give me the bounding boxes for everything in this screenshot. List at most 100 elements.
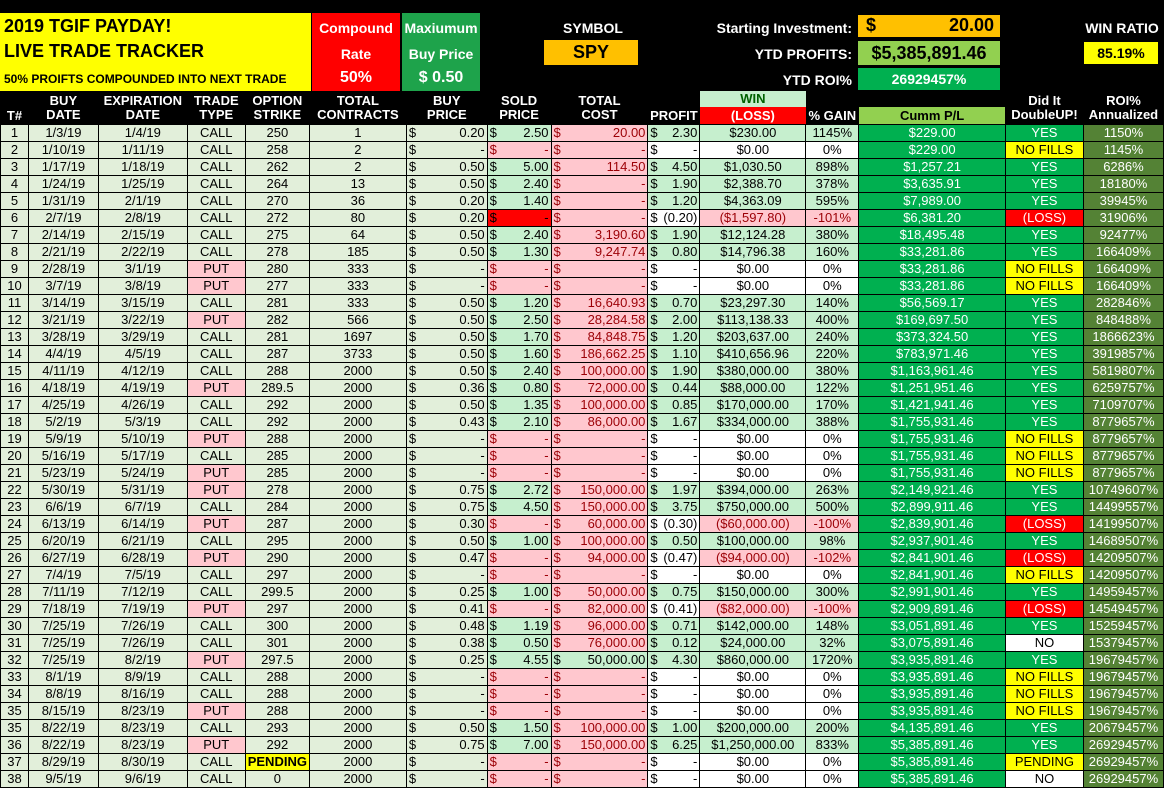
total-cost[interactable]: $ - bbox=[550, 753, 649, 771]
profit[interactable]: $ (0.30) bbox=[647, 515, 701, 533]
double-up[interactable]: YES bbox=[1004, 192, 1084, 210]
buy-price[interactable]: $0.50 bbox=[405, 243, 488, 261]
pct-gain[interactable]: 220% bbox=[805, 345, 860, 363]
buy-date[interactable]: 3/21/19 bbox=[27, 311, 99, 329]
buy-date[interactable]: 4/11/19 bbox=[27, 362, 99, 380]
total-cost[interactable]: $ - bbox=[550, 668, 649, 686]
pct-gain[interactable]: 200% bbox=[805, 719, 860, 737]
profit[interactable]: $ - bbox=[647, 430, 701, 448]
option-strike[interactable]: 272 bbox=[244, 209, 310, 227]
pct-gain[interactable]: 148% bbox=[805, 617, 860, 635]
cumm-pl[interactable]: $5,385,891.46 bbox=[858, 736, 1006, 754]
total-cost[interactable]: $94,000.00 bbox=[550, 549, 649, 567]
trade-number[interactable]: 26 bbox=[0, 549, 29, 567]
buy-price[interactable]: $0.75 bbox=[405, 736, 488, 754]
exp-date[interactable]: 2/22/19 bbox=[97, 243, 188, 261]
win-loss[interactable]: $0.00 bbox=[699, 753, 807, 771]
win-loss[interactable]: $88,000.00 bbox=[699, 379, 807, 397]
trade-type[interactable]: PUT bbox=[186, 651, 246, 669]
pct-gain[interactable]: 0% bbox=[805, 685, 860, 703]
buy-price[interactable]: $0.25 bbox=[405, 583, 488, 601]
total-contracts[interactable]: 1 bbox=[308, 124, 407, 142]
trade-type[interactable]: PUT bbox=[186, 736, 246, 754]
win-loss[interactable]: $24,000.00 bbox=[699, 634, 807, 652]
buy-price[interactable]: $0.43 bbox=[405, 413, 488, 431]
profit[interactable]: $0.75 bbox=[647, 583, 701, 601]
roi-annualized[interactable]: 14689507% bbox=[1082, 532, 1164, 550]
win-loss[interactable]: ($1,597.80) bbox=[699, 209, 807, 227]
profit[interactable]: $0.70 bbox=[647, 294, 701, 312]
trade-number[interactable]: 13 bbox=[0, 328, 29, 346]
profit[interactable]: $1.20 bbox=[647, 192, 701, 210]
roi-annualized[interactable]: 39945% bbox=[1082, 192, 1164, 210]
pct-gain[interactable]: -100% bbox=[805, 600, 860, 618]
double-up[interactable]: YES bbox=[1004, 719, 1084, 737]
win-loss[interactable]: $0.00 bbox=[699, 770, 807, 788]
pct-gain[interactable]: -102% bbox=[805, 549, 860, 567]
sold-price[interactable]: $ - bbox=[486, 566, 552, 584]
trade-number[interactable]: 2 bbox=[0, 141, 29, 159]
buy-price[interactable]: $ - bbox=[405, 702, 488, 720]
profit[interactable]: $1.97 bbox=[647, 481, 701, 499]
roi-annualized[interactable]: 6286% bbox=[1082, 158, 1164, 176]
option-strike[interactable]: 289.5 bbox=[244, 379, 310, 397]
total-contracts[interactable]: 2000 bbox=[308, 430, 407, 448]
cumm-pl[interactable]: $1,163,961.46 bbox=[858, 362, 1006, 380]
sold-price[interactable]: $2.40 bbox=[486, 362, 552, 380]
profit[interactable]: $2.30 bbox=[647, 124, 701, 142]
buy-price[interactable]: $ - bbox=[405, 464, 488, 482]
trade-type[interactable]: CALL bbox=[186, 328, 246, 346]
option-strike[interactable]: 292 bbox=[244, 413, 310, 431]
total-cost[interactable]: $28,284.58 bbox=[550, 311, 649, 329]
sold-price[interactable]: $1.00 bbox=[486, 532, 552, 550]
cumm-pl[interactable]: $3,075,891.46 bbox=[858, 634, 1006, 652]
win-loss[interactable]: $750,000.00 bbox=[699, 498, 807, 516]
total-cost[interactable]: $76,000.00 bbox=[550, 634, 649, 652]
trade-type[interactable]: PUT bbox=[186, 430, 246, 448]
win-loss[interactable]: $200,000.00 bbox=[699, 719, 807, 737]
pct-gain[interactable]: 380% bbox=[805, 226, 860, 244]
exp-date[interactable]: 4/5/19 bbox=[97, 345, 188, 363]
roi-annualized[interactable]: 1145% bbox=[1082, 141, 1164, 159]
pct-gain[interactable]: -101% bbox=[805, 209, 860, 227]
pct-gain[interactable]: 0% bbox=[805, 277, 860, 295]
cumm-pl[interactable]: $2,899,911.46 bbox=[858, 498, 1006, 516]
exp-date[interactable]: 4/12/19 bbox=[97, 362, 188, 380]
total-cost[interactable]: $84,848.75 bbox=[550, 328, 649, 346]
exp-date[interactable]: 2/1/19 bbox=[97, 192, 188, 210]
option-strike[interactable]: 270 bbox=[244, 192, 310, 210]
buy-date[interactable]: 5/23/19 bbox=[27, 464, 99, 482]
total-contracts[interactable]: 2000 bbox=[308, 464, 407, 482]
sold-price[interactable]: $ - bbox=[486, 668, 552, 686]
sold-price[interactable]: $ - bbox=[486, 209, 552, 227]
total-contracts[interactable]: 2000 bbox=[308, 583, 407, 601]
pct-gain[interactable]: 32% bbox=[805, 634, 860, 652]
profit[interactable]: $0.71 bbox=[647, 617, 701, 635]
trade-number[interactable]: 22 bbox=[0, 481, 29, 499]
roi-annualized[interactable]: 20679457% bbox=[1082, 719, 1164, 737]
pct-gain[interactable]: 380% bbox=[805, 362, 860, 380]
win-loss[interactable]: $0.00 bbox=[699, 668, 807, 686]
roi-annualized[interactable]: 15379457% bbox=[1082, 634, 1164, 652]
total-contracts[interactable]: 2000 bbox=[308, 736, 407, 754]
double-up[interactable]: (LOSS) bbox=[1004, 209, 1084, 227]
buy-date[interactable]: 5/9/19 bbox=[27, 430, 99, 448]
total-cost[interactable]: $60,000.00 bbox=[550, 515, 649, 533]
trade-type[interactable]: CALL bbox=[186, 566, 246, 584]
exp-date[interactable]: 7/19/19 bbox=[97, 600, 188, 618]
trade-type[interactable]: PUT bbox=[186, 549, 246, 567]
sold-price[interactable]: $ - bbox=[486, 600, 552, 618]
option-strike[interactable]: 250 bbox=[244, 124, 310, 142]
trade-type[interactable]: CALL bbox=[186, 634, 246, 652]
win-loss[interactable]: $230.00 bbox=[699, 124, 807, 142]
win-loss[interactable]: $150,000.00 bbox=[699, 583, 807, 601]
win-loss[interactable]: $100,000.00 bbox=[699, 532, 807, 550]
cumm-pl[interactable]: $33,281.86 bbox=[858, 277, 1006, 295]
buy-price[interactable]: $0.20 bbox=[405, 192, 488, 210]
sold-price[interactable]: $1.20 bbox=[486, 294, 552, 312]
exp-date[interactable]: 3/29/19 bbox=[97, 328, 188, 346]
pct-gain[interactable]: 378% bbox=[805, 175, 860, 193]
trade-type[interactable]: CALL bbox=[186, 532, 246, 550]
double-up[interactable]: NO FILLS bbox=[1004, 685, 1084, 703]
buy-date[interactable]: 1/3/19 bbox=[27, 124, 99, 142]
